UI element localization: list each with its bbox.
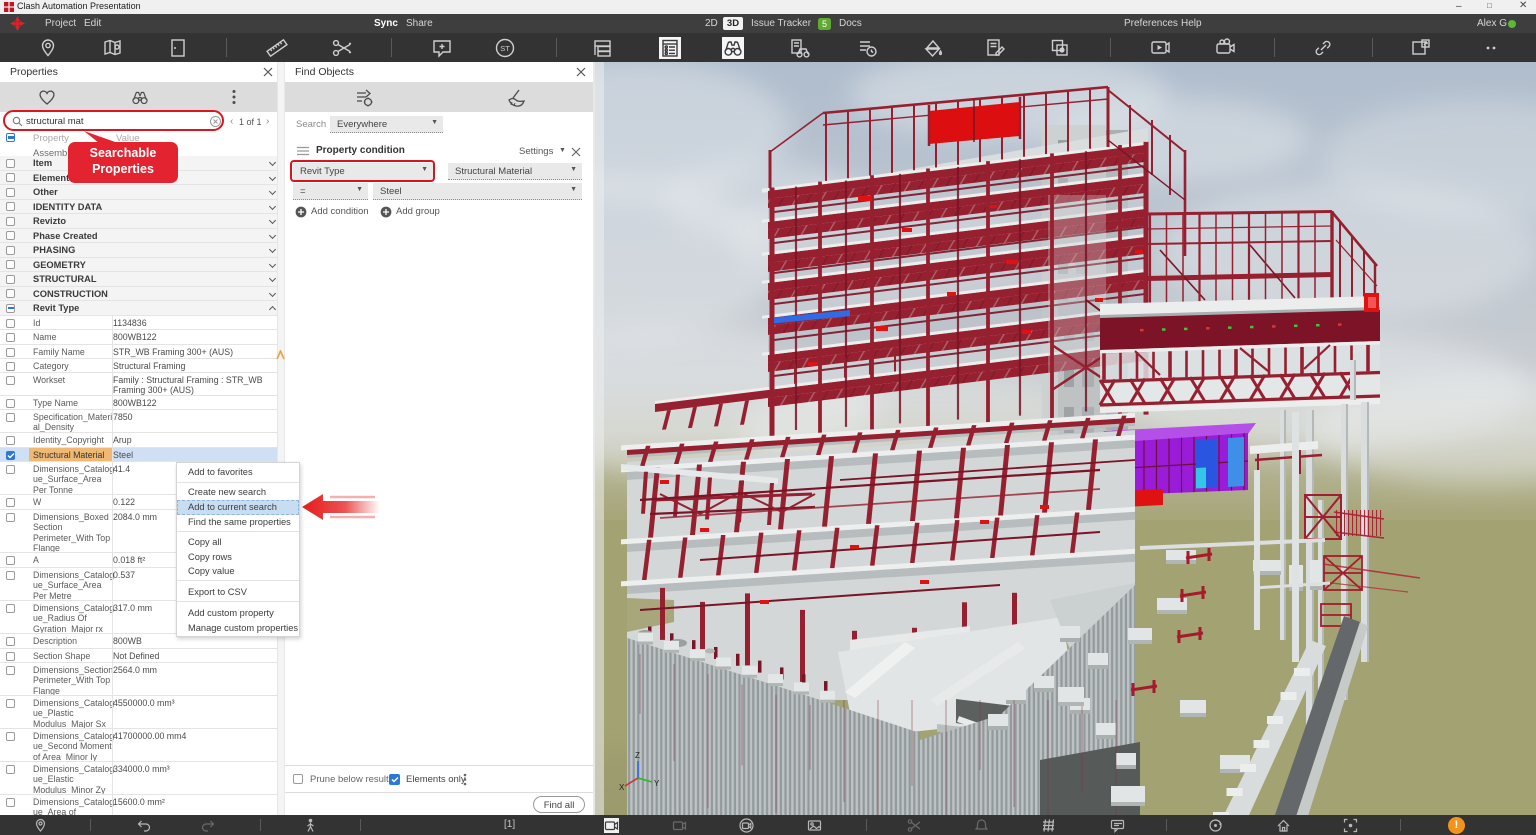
svg-text:ST: ST	[500, 44, 510, 53]
svg-text:Y: Y	[654, 779, 660, 788]
svg-text:Searchable: Searchable	[90, 146, 157, 160]
svg-text:Z: Z	[635, 751, 640, 760]
svg-text:X: X	[619, 783, 625, 792]
svg-text:Properties: Properties	[92, 162, 154, 176]
